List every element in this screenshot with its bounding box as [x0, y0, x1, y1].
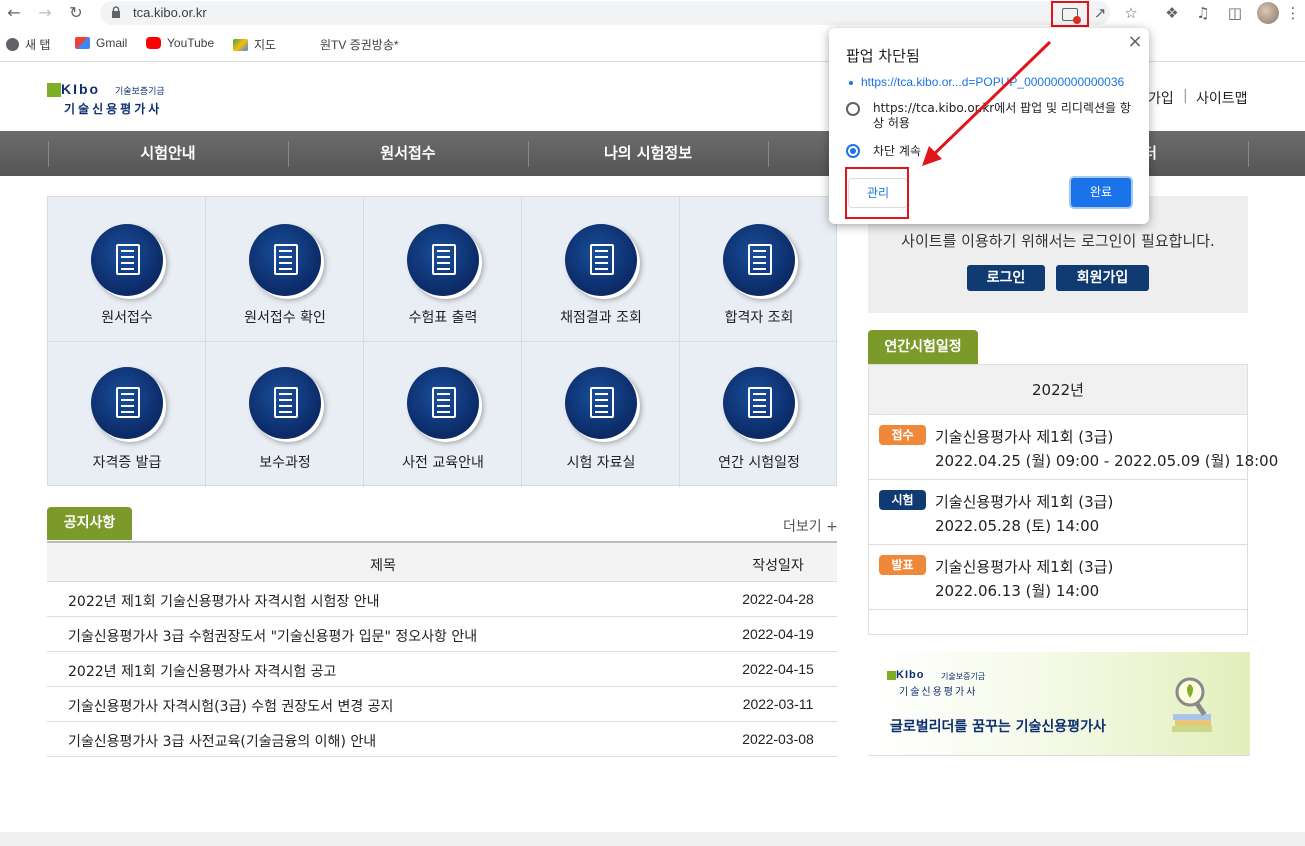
bookmark-new-tab[interactable]: 새 탭: [6, 36, 50, 52]
popup-blocked-icon: [1062, 8, 1081, 24]
allow-popups-radio[interactable]: [846, 102, 860, 116]
dialog-title: 팝업 차단됨: [846, 47, 920, 65]
signup-button[interactable]: 회원가입: [1056, 265, 1149, 291]
document-icon: [723, 367, 795, 439]
login-button[interactable]: 로그인: [967, 265, 1045, 291]
schedule-item[interactable]: 발표 기술신용평가사 제1회 (3급) 2022.06.13 (월) 14:00: [869, 545, 1247, 610]
popup-blocked-indicator[interactable]: [1051, 1, 1089, 27]
magnifier-books-icon: [1172, 677, 1212, 732]
bookmark-gmail[interactable]: Gmail: [75, 36, 127, 52]
nav-exam-info[interactable]: 시험안내: [48, 131, 288, 176]
close-icon[interactable]: ×: [1125, 32, 1145, 52]
table-row[interactable]: 기술신용평가사 자격시험(3급) 수험 권장도서 변경 공지 2022-03-11: [47, 687, 837, 722]
keep-blocking-label[interactable]: 차단 계속: [873, 144, 1135, 159]
document-icon: [565, 367, 637, 439]
banner-slogan: 글로벌리더를 꿈꾸는 기술신용평가사: [890, 719, 1106, 735]
quick-certificate[interactable]: 자격증 발급: [48, 342, 206, 487]
schedule-tab[interactable]: 연간시험일정: [868, 330, 978, 364]
table-row[interactable]: 기술신용평가사 3급 사전교육(기술금융의 이해) 안내 2022-03-08: [47, 722, 837, 757]
document-icon: [249, 367, 321, 439]
status-badge: 시험: [879, 490, 926, 510]
map-icon: [233, 39, 248, 51]
schedule-year: 2022년: [869, 365, 1247, 415]
extensions-icon[interactable]: ❖: [1162, 3, 1182, 23]
quick-annual-schedule[interactable]: 연간 시험일정: [680, 342, 838, 487]
document-icon: [407, 224, 479, 296]
promo-banner[interactable]: KIbo 기술보증기금 기술신용평가사 글로벌리더를 꿈꾸는 기술신용평가사: [868, 652, 1250, 756]
keep-blocking-radio[interactable]: [846, 144, 860, 158]
more-menu-icon[interactable]: ⋮: [1283, 3, 1303, 23]
sitemap-link[interactable]: 사이트맵: [1196, 88, 1248, 108]
signup-link[interactable]: 가입: [1148, 88, 1174, 108]
nav-my-exam[interactable]: 나의 시험정보: [528, 131, 768, 176]
quick-application[interactable]: 원서접수: [48, 197, 206, 342]
blocked-popup-link[interactable]: https://tca.kibo.or...d=POPUP_0000000000…: [848, 75, 1124, 89]
quick-admission-ticket[interactable]: 수험표 출력: [364, 197, 522, 342]
annual-schedule: 2022년 접수 기술신용평가사 제1회 (3급) 2022.04.25 (월)…: [868, 364, 1278, 635]
quick-application-check[interactable]: 원서접수 확인: [206, 197, 364, 342]
notice-more-link[interactable]: 더보기 +: [783, 516, 838, 536]
bookmark-maps[interactable]: 지도: [233, 36, 276, 52]
notice-table-header: 제목 작성일자: [47, 541, 837, 582]
side-panel-icon[interactable]: ◫: [1225, 3, 1245, 23]
document-icon: [249, 224, 321, 296]
browser-toolbar: ← → ↻ tca.kibo.or.kr ↗ ☆ ❖ ♫ ◫ ⋮: [0, 0, 1305, 28]
youtube-icon: [146, 37, 161, 49]
table-row[interactable]: 2022년 제1회 기술신용평가사 자격시험 시험장 안내 2022-04-28: [47, 582, 837, 617]
reload-icon[interactable]: ↻: [66, 4, 86, 22]
document-icon: [407, 367, 479, 439]
quick-score-check[interactable]: 채점결과 조회: [522, 197, 680, 342]
footer: [0, 832, 1305, 846]
table-row[interactable]: 기술신용평가사 3급 수험권장도서 "기술신용평가 입문" 정오사항 안내 202…: [47, 617, 837, 652]
globe-icon: [6, 38, 19, 51]
document-icon: [91, 224, 163, 296]
quick-exam-materials[interactable]: 시험 자료실: [522, 342, 680, 487]
nav-application[interactable]: 원서접수: [288, 131, 528, 176]
allow-popups-label[interactable]: https://tca.kibo.or.kr에서 팝업 및 리디렉션을 항상 허…: [873, 101, 1135, 131]
site-logo[interactable]: KIbo 기술보증기금 기술신용평가사: [47, 81, 187, 117]
status-badge: 발표: [879, 555, 926, 575]
share-icon[interactable]: ↗: [1090, 3, 1110, 23]
login-message: 사이트를 이용하기 위해서는 로그인이 필요합니다.: [901, 232, 1215, 250]
star-icon[interactable]: ☆: [1121, 3, 1141, 23]
manage-highlight-box: [845, 167, 909, 219]
avatar[interactable]: [1257, 2, 1279, 24]
quick-pass-check[interactable]: 합격자 조회: [680, 197, 838, 342]
document-icon: [723, 224, 795, 296]
status-badge: 접수: [879, 425, 926, 445]
forward-arrow-icon[interactable]: →: [35, 4, 55, 22]
back-arrow-icon[interactable]: ←: [4, 4, 24, 22]
done-button[interactable]: 완료: [1069, 176, 1133, 209]
document-icon: [91, 367, 163, 439]
quick-menu: 원서접수 원서접수 확인 수험표 출력 채점결과 조회 합격자 조회 자격증 발…: [47, 196, 838, 487]
util-separator: |: [1183, 88, 1188, 104]
notice-tab[interactable]: 공지사항: [47, 507, 132, 540]
url-text: tca.kibo.or.kr: [133, 5, 207, 20]
bookmark-youtube[interactable]: YouTube: [146, 36, 214, 52]
table-row[interactable]: 2022년 제1회 기술신용평가사 자격시험 공고 2022-04-15: [47, 652, 837, 687]
document-icon: [565, 224, 637, 296]
schedule-item[interactable]: 접수 기술신용평가사 제1회 (3급) 2022.04.25 (월) 09:00…: [869, 415, 1278, 480]
gmail-icon: [75, 37, 90, 49]
quick-refresher-course[interactable]: 보수과정: [206, 342, 364, 487]
address-bar[interactable]: tca.kibo.or.kr: [100, 1, 1110, 25]
quick-pre-education[interactable]: 사전 교육안내: [364, 342, 522, 487]
media-control-icon[interactable]: ♫: [1193, 3, 1213, 23]
bookmark-wontv[interactable]: 원TV 증권방송*: [320, 36, 399, 52]
lock-icon: [112, 6, 120, 18]
schedule-item[interactable]: 시험 기술신용평가사 제1회 (3급) 2022.05.28 (토) 14:00: [869, 480, 1247, 545]
